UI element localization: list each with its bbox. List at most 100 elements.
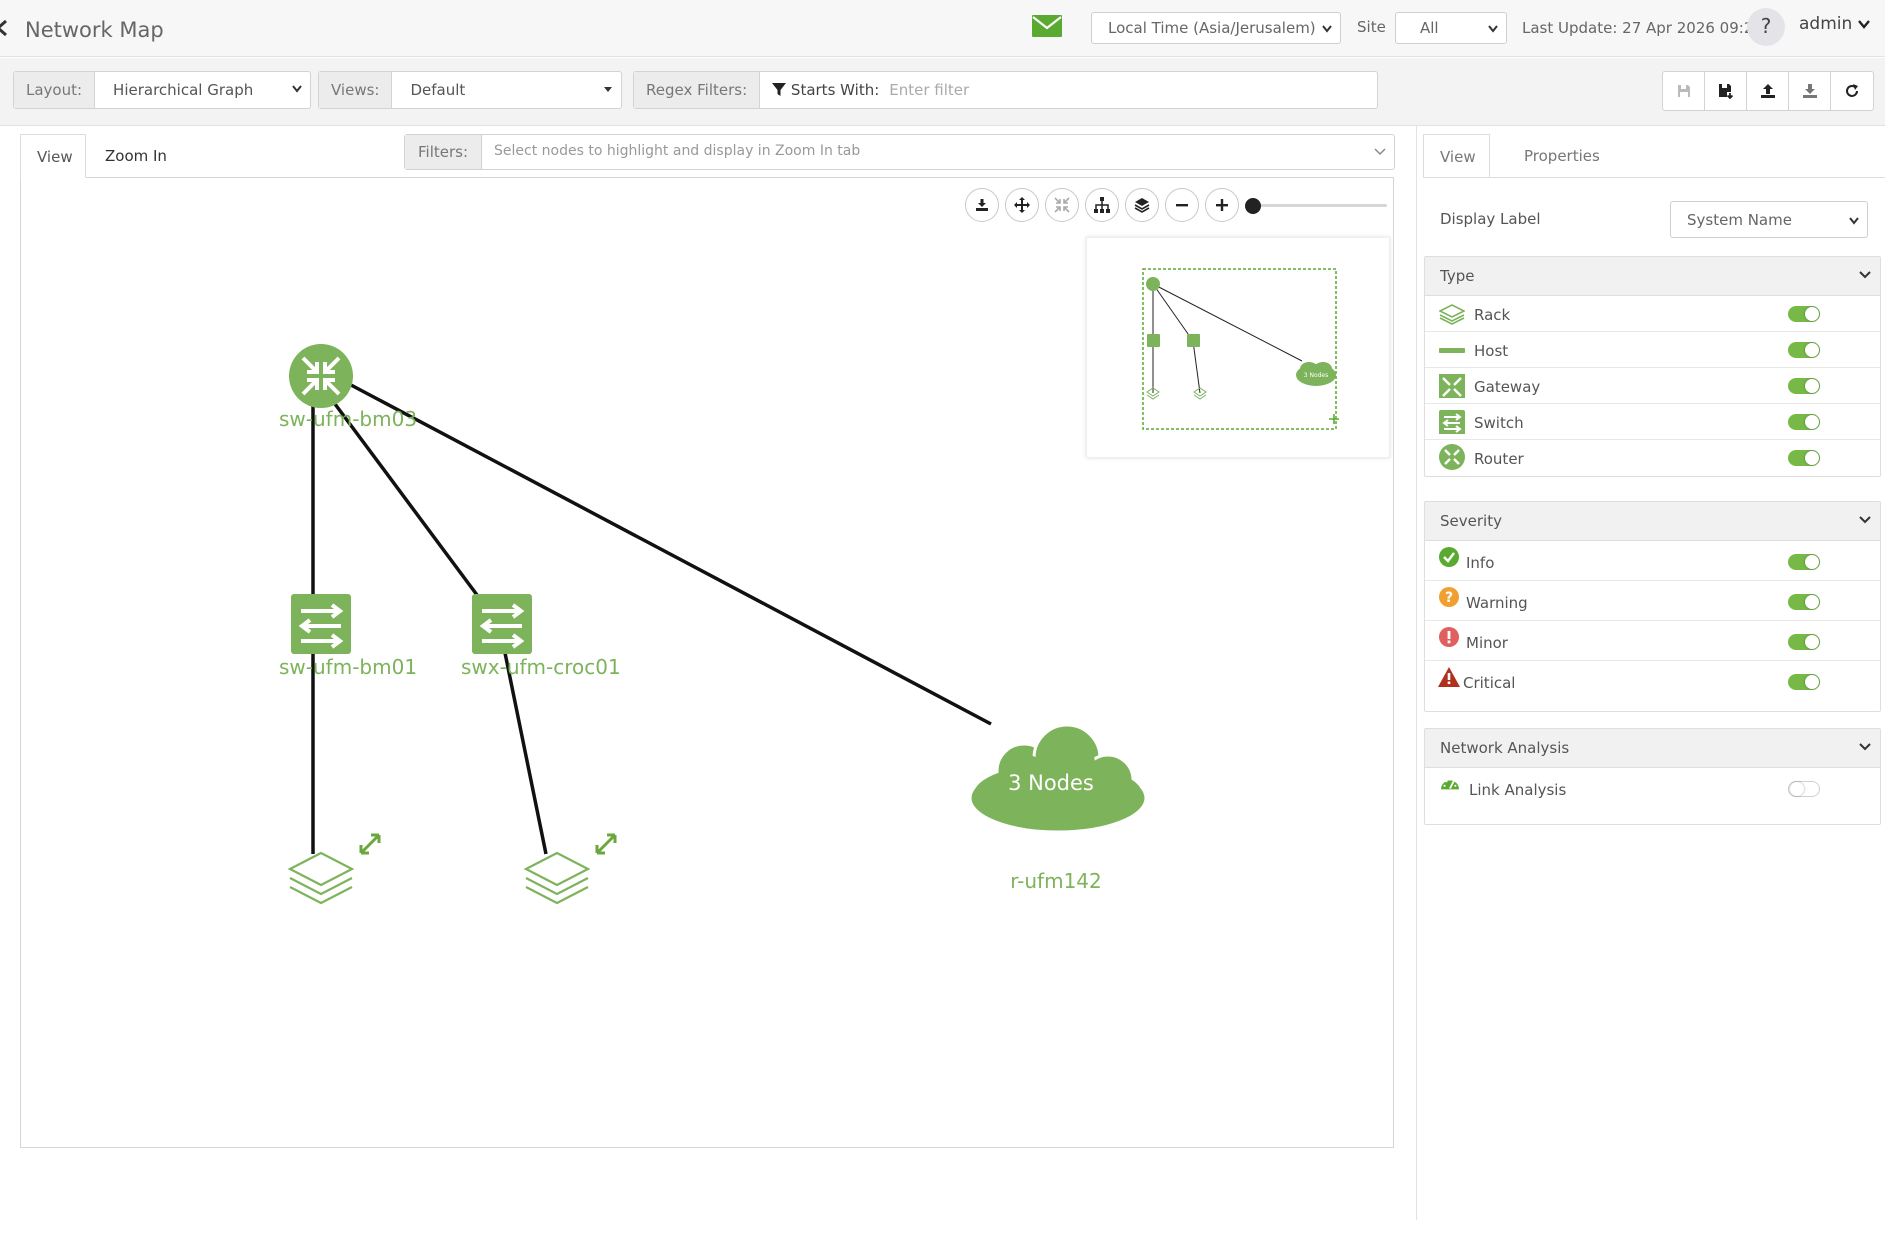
link-analysis-toggle[interactable] (1788, 781, 1820, 797)
graph-node-switch[interactable] (472, 594, 532, 654)
timezone-select[interactable]: Local Time (Asia/Jerusalem) (1091, 12, 1341, 44)
last-update: Last Update: 27 Apr 2026 09:20 (1522, 19, 1763, 37)
type-row-router: Router (1425, 440, 1880, 476)
layout-value-text: Hierarchical Graph (113, 81, 254, 99)
graph-node-switch[interactable] (291, 594, 351, 654)
minor-toggle[interactable] (1788, 634, 1820, 650)
site-select[interactable]: All (1395, 12, 1507, 44)
save-icon (1677, 85, 1690, 97)
filters-label: Filters: (405, 135, 483, 169)
host-toggle[interactable] (1788, 342, 1820, 358)
section-title: Type (1440, 267, 1475, 285)
graph-canvas[interactable]: 3 Nodes sw-ufm-bm03 sw-ufm-bm01 swx-ufm-… (20, 177, 1394, 1148)
severity-section: Severity Info ? Warning Minor Critical (1424, 501, 1881, 712)
type-section: Type Rack Host Gateway Switch Router (1424, 256, 1881, 477)
router-toggle[interactable] (1788, 450, 1820, 466)
graph-node-rack[interactable] (287, 851, 355, 905)
back-chevron-icon[interactable] (0, 18, 8, 38)
type-row-switch: Switch (1425, 404, 1880, 440)
gateway-toggle[interactable] (1788, 378, 1820, 394)
warning-toggle[interactable] (1788, 594, 1820, 610)
tab-properties[interactable]: Properties (1508, 134, 1616, 178)
layout-value[interactable]: Hierarchical Graph (95, 72, 310, 108)
display-label-title: Display Label (1440, 210, 1541, 228)
graph-link[interactable] (333, 402, 482, 601)
type-label: Switch (1474, 414, 1524, 432)
severity-row-warning: ? Warning (1425, 581, 1880, 621)
chevron-down-icon (1488, 25, 1498, 33)
refresh-button[interactable] (1831, 72, 1873, 110)
chevron-down-icon (1857, 19, 1870, 29)
right-panel: View Properties Display Label System Nam… (1416, 126, 1885, 1220)
switch-toggle[interactable] (1788, 414, 1820, 430)
gateway-icon (1439, 374, 1465, 398)
router-icon (1439, 444, 1465, 470)
regex-filter-input[interactable]: Enter filter (889, 72, 969, 108)
timezone-value: Local Time (Asia/Jerusalem) (1108, 19, 1316, 37)
switch-icon (1439, 410, 1465, 434)
section-title: Network Analysis (1440, 739, 1570, 757)
network-analysis-header[interactable]: Network Analysis (1425, 729, 1880, 768)
severity-row-critical: Critical (1425, 661, 1880, 701)
critical-toggle[interactable] (1788, 674, 1820, 690)
starts-with-dropdown[interactable]: Starts With: (760, 72, 889, 108)
layout-select[interactable]: Layout: Hierarchical Graph (13, 71, 311, 109)
severity-label: Warning (1466, 594, 1528, 612)
critical-triangle-icon (1438, 667, 1460, 687)
help-button[interactable]: ? (1747, 8, 1785, 46)
graph-node-group[interactable]: 3 Nodes (968, 723, 1148, 834)
host-icon (1439, 348, 1465, 353)
tab-divider (1423, 177, 1885, 178)
graph-node-rack[interactable] (523, 851, 591, 905)
gauge-icon (1441, 778, 1459, 790)
expand-arrows-icon[interactable] (595, 833, 617, 855)
severity-label: Minor (1466, 634, 1508, 652)
network-analysis-section: Network Analysis Link Analysis (1424, 728, 1881, 825)
views-select[interactable]: Views: Default (318, 71, 622, 109)
group-node-count: 3 Nodes (1008, 771, 1094, 795)
section-title: Severity (1440, 512, 1502, 530)
chevron-down-icon (292, 85, 302, 93)
severity-label: Info (1466, 554, 1495, 572)
filters-select[interactable]: Filters: Select nodes to highlight and d… (404, 134, 1395, 170)
mail-icon[interactable] (1032, 15, 1062, 37)
save-button[interactable] (1663, 72, 1705, 110)
analysis-label: Link Analysis (1469, 781, 1567, 799)
user-menu[interactable]: admin (1799, 14, 1870, 34)
severity-row-info: Info (1425, 541, 1880, 581)
rack-icon (1439, 304, 1465, 325)
rack-toggle[interactable] (1788, 306, 1820, 322)
info-check-icon (1439, 547, 1459, 567)
type-label: Host (1474, 342, 1509, 360)
tab-view[interactable]: View (20, 134, 86, 178)
node-label: sw-ufm-bm01 (279, 655, 417, 679)
minor-exclamation-icon (1439, 627, 1459, 647)
display-label-select[interactable]: System Name (1670, 201, 1868, 238)
toolbar: Layout: Hierarchical Graph Views: Defaul… (0, 58, 1885, 126)
top-header: Network Map Local Time (Asia/Jerusalem) … (0, 0, 1885, 57)
node-label: sw-ufm-bm03 (279, 407, 417, 431)
views-label: Views: (319, 72, 393, 108)
layout-label: Layout: (14, 72, 96, 108)
tab-view-settings[interactable]: View (1423, 134, 1490, 178)
views-value[interactable]: Default (392, 72, 621, 108)
network-graph: sw-ufm-bm03 sw-ufm-bm01 swx-ufm-croc01 3… (279, 344, 1148, 905)
severity-section-header[interactable]: Severity (1425, 502, 1880, 541)
download-button[interactable] (1789, 72, 1831, 110)
caret-down-icon (604, 87, 612, 92)
upload-button[interactable] (1747, 72, 1789, 110)
warning-question-icon: ? (1439, 587, 1459, 607)
chevron-down-icon (1849, 217, 1859, 225)
graph-node-router[interactable] (289, 344, 353, 408)
type-section-header[interactable]: Type (1425, 257, 1880, 296)
type-label: Router (1474, 450, 1524, 468)
regex-filters-label: Regex Filters: (634, 72, 761, 108)
expand-arrows-icon[interactable] (359, 833, 381, 855)
filter-funnel-icon (772, 83, 787, 96)
save-as-button[interactable] (1705, 72, 1747, 110)
chevron-down-icon (1859, 516, 1871, 524)
info-toggle[interactable] (1788, 554, 1820, 570)
filters-input[interactable]: Select nodes to highlight and display in… (482, 135, 1394, 169)
severity-label: Critical (1463, 674, 1516, 692)
tab-zoom-in[interactable]: Zoom In (89, 134, 183, 178)
